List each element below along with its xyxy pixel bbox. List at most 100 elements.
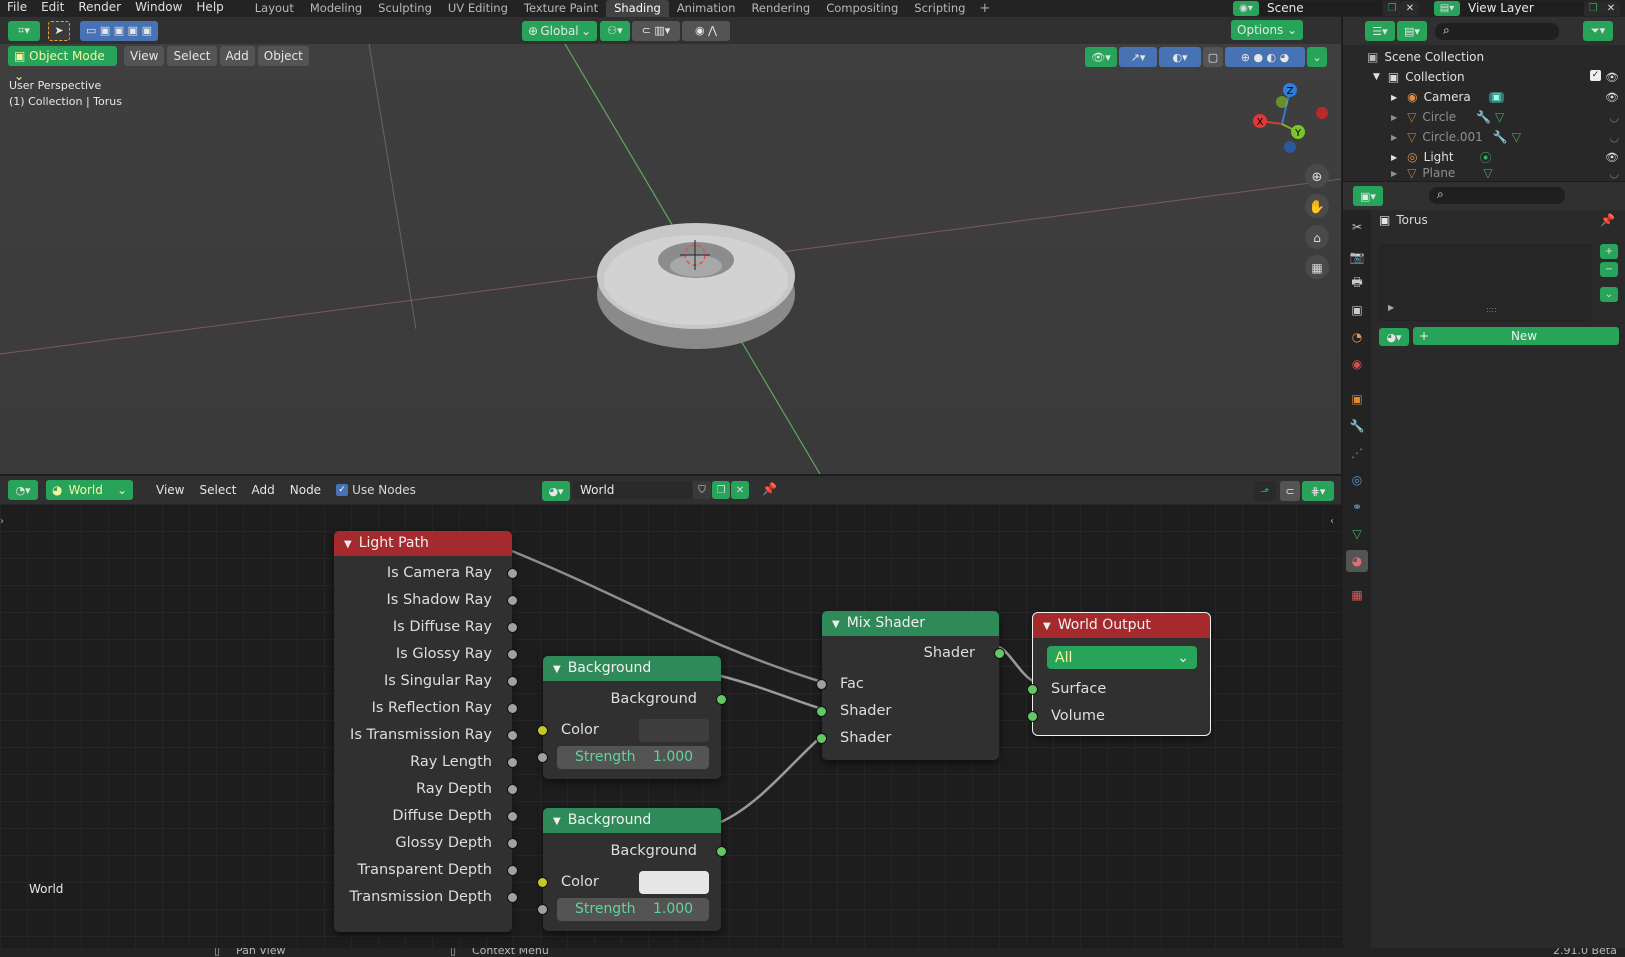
material-browse-icon[interactable]: ◕▾ xyxy=(1379,328,1409,346)
outliner-collection-row[interactable]: ▼ ▣ Collection ✓ 👁 xyxy=(1343,67,1625,87)
mesh-data-icon[interactable]: ▽ xyxy=(1512,130,1521,144)
texture-tab-icon[interactable]: ▦ xyxy=(1346,584,1368,606)
background-2-color-swatch[interactable] xyxy=(639,871,709,894)
node-editor-type-icon[interactable]: ◔▾ xyxy=(8,480,38,500)
transform-orientation-dropdown[interactable]: ⊕ Global ⌄ xyxy=(522,20,597,41)
outliner-item-plane[interactable]: ▶ ▽ Plane ▽ ◡ xyxy=(1343,165,1625,181)
scene-name-field[interactable]: Scene xyxy=(1259,1,1383,16)
unlink-world-icon[interactable]: ✕ xyxy=(731,481,749,499)
add-slot-button[interactable]: + xyxy=(1600,244,1618,259)
hidden-eye-icon[interactable]: ◡ xyxy=(1609,131,1619,144)
collapse-icon[interactable]: ▼ xyxy=(553,816,561,827)
node-menu-node[interactable]: Node xyxy=(284,480,327,500)
select-tool-icon[interactable]: ➤ xyxy=(48,20,70,41)
view-layer-browse-icon[interactable]: ▤▾ xyxy=(1434,1,1460,16)
node-light-path[interactable]: ▼ Light Path Is Camera Ray Is Shadow Ray … xyxy=(334,531,518,932)
collection-checkbox[interactable]: ✓ xyxy=(1590,70,1601,81)
object-tab-icon[interactable]: ▣ xyxy=(1346,388,1368,410)
add-workspace-button[interactable]: + xyxy=(973,1,996,16)
socket-transmission-depth[interactable] xyxy=(507,892,518,903)
eye-icon[interactable]: 👁 xyxy=(1605,151,1619,164)
background-1-strength-field[interactable]: Strength 1.000 xyxy=(557,746,709,769)
outliner-item-light[interactable]: ▶ ◎ Light ⦿ 👁 xyxy=(1343,147,1625,167)
expand-icon[interactable]: ▶ xyxy=(1391,113,1397,122)
node-mix-shader[interactable]: ▼ Mix Shader Shader Fac Shader Shader xyxy=(816,611,1005,760)
pin-icon[interactable]: 📌 xyxy=(1600,213,1615,227)
menu-render[interactable]: Render xyxy=(71,0,128,17)
node-canvas[interactable]: › ‹ ▼ Light Path Is Camera Ray Is Shadow … xyxy=(0,504,1341,948)
socket-background-1-color[interactable] xyxy=(537,725,548,736)
tool-tab-icon[interactable]: ✂ xyxy=(1346,216,1368,238)
menu-file[interactable]: File xyxy=(0,0,34,17)
mix-shader-title[interactable]: ▼ Mix Shader xyxy=(822,611,999,636)
expand-icon[interactable]: ▼ xyxy=(1373,72,1380,82)
socket-is-camera-ray[interactable] xyxy=(507,568,518,579)
socket-background-2-strength[interactable] xyxy=(537,904,548,915)
view-layer-tab-icon[interactable]: ▣ xyxy=(1346,299,1368,321)
pin-icon[interactable]: 📌 xyxy=(762,482,777,496)
parent-node-tree-icon[interactable]: ⬏ xyxy=(1254,481,1276,501)
options-button[interactable]: Options ⌄ xyxy=(1231,20,1304,40)
eye-icon[interactable]: 👁 xyxy=(1605,71,1619,84)
outliner-item-circle[interactable]: ▶ ▽ Circle 🔧 ▽ ◡ xyxy=(1343,107,1625,127)
scene-tab-icon[interactable]: ◔ xyxy=(1346,326,1368,348)
socket-is-reflection-ray[interactable] xyxy=(507,703,518,714)
workspace-tab-layout[interactable]: Layout xyxy=(247,0,302,17)
background-2-title[interactable]: ▼ Background xyxy=(543,808,721,833)
collapse-icon[interactable]: ▼ xyxy=(832,619,840,630)
workspace-tab-rendering[interactable]: Rendering xyxy=(743,0,818,17)
scene-browse-icon[interactable]: ◉▾ xyxy=(1233,1,1259,16)
workspace-tab-scripting[interactable]: Scripting xyxy=(906,0,973,17)
outliner-scene-collection[interactable]: ▣ Scene Collection xyxy=(1343,47,1625,67)
collapse-icon[interactable]: ▼ xyxy=(344,539,352,550)
workspace-tab-animation[interactable]: Animation xyxy=(669,0,744,17)
node-background-1[interactable]: ▼ Background Background Color Strength 1.… xyxy=(537,656,727,779)
socket-diffuse-depth[interactable] xyxy=(507,811,518,822)
workspace-tab-modeling[interactable]: Modeling xyxy=(302,0,370,17)
background-2-strength-field[interactable]: Strength 1.000 xyxy=(557,898,709,921)
socket-background-1-output[interactable] xyxy=(716,694,727,705)
expand-icon[interactable]: ▶ xyxy=(1391,133,1397,142)
light-data-icon[interactable]: ⦿ xyxy=(1480,149,1492,166)
outliner-search-input[interactable]: ⌕ xyxy=(1435,23,1559,40)
use-nodes-toggle[interactable]: ✓ Use Nodes xyxy=(336,483,416,497)
delete-scene-icon[interactable]: ✕ xyxy=(1401,1,1419,16)
world-tab-icon[interactable]: ◉ xyxy=(1346,353,1368,375)
socket-mix-shader-2[interactable] xyxy=(816,733,827,744)
background-1-color-swatch[interactable] xyxy=(639,719,709,742)
selection-mode-icons[interactable]: ▭ ▣ ▣ ▣ ▣ xyxy=(80,20,158,41)
material-tab-icon[interactable]: ◕ xyxy=(1346,550,1368,572)
socket-mix-fac[interactable] xyxy=(816,679,827,690)
hidden-eye-icon[interactable]: ◡ xyxy=(1609,111,1619,124)
mesh-data-icon[interactable]: ▽ xyxy=(1495,110,1504,124)
socket-ray-length[interactable] xyxy=(507,757,518,768)
socket-mix-shader-output[interactable] xyxy=(994,648,1005,659)
workspace-tab-sculpting[interactable]: Sculpting xyxy=(370,0,440,17)
particles-tab-icon[interactable]: ⋰ xyxy=(1346,442,1368,464)
filter-icon[interactable]: ⏷▾ xyxy=(1583,21,1613,41)
mesh-data-icon[interactable]: ▽ xyxy=(1483,166,1492,180)
world-output-title[interactable]: ▼ World Output xyxy=(1033,613,1210,638)
slot-specials-icon[interactable]: ⌄ xyxy=(1600,287,1618,302)
properties-editor-type-icon[interactable]: ▣▾ xyxy=(1353,186,1383,206)
render-tab-icon[interactable]: 📷 xyxy=(1346,246,1368,268)
modifier-wrench-icon[interactable]: 🔧 xyxy=(1493,130,1508,144)
node-menu-select[interactable]: Select xyxy=(193,480,242,500)
output-tab-icon[interactable]: 🖶 xyxy=(1346,272,1368,294)
outliner-editor-type-icon[interactable]: ☰▾ xyxy=(1365,21,1395,41)
view-layer-name-field[interactable]: View Layer xyxy=(1460,1,1584,16)
snapping-icon[interactable]: ⊂ ▥▾ xyxy=(632,20,680,41)
socket-is-shadow-ray[interactable] xyxy=(507,595,518,606)
light-path-title[interactable]: ▼ Light Path xyxy=(334,531,512,556)
snap-mode-icon[interactable]: ⋕▾ xyxy=(1302,481,1334,501)
fake-user-icon[interactable]: ⛉ xyxy=(693,481,711,499)
new-scene-icon[interactable]: ❐ xyxy=(1383,1,1401,16)
expand-icon[interactable]: ▶ xyxy=(1391,153,1397,162)
menu-window[interactable]: Window xyxy=(128,0,189,17)
workspace-tab-uv-editing[interactable]: UV Editing xyxy=(440,0,516,17)
remove-slot-button[interactable]: − xyxy=(1600,262,1618,277)
expand-icon[interactable]: ▶ xyxy=(1388,303,1394,312)
outliner-item-camera[interactable]: ▶ ◉ Camera ▣ 👁 xyxy=(1343,87,1625,107)
new-view-layer-icon[interactable]: ❐ xyxy=(1584,1,1602,16)
socket-is-transmission-ray[interactable] xyxy=(507,730,518,741)
